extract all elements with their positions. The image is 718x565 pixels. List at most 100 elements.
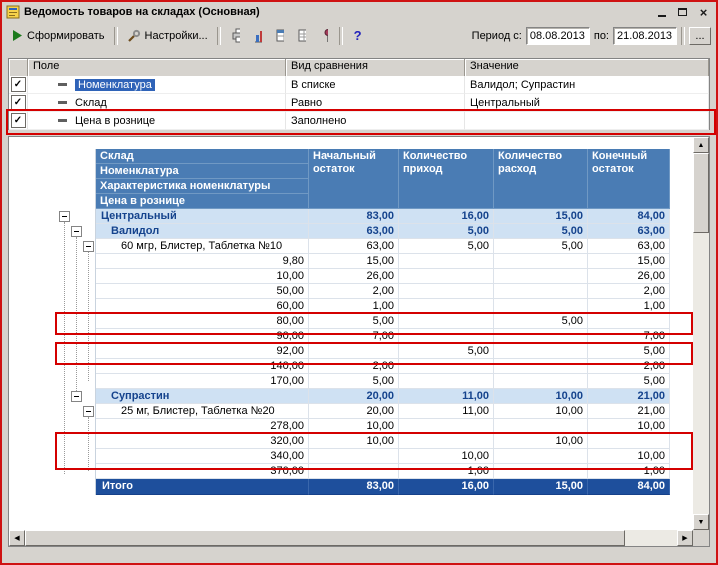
report-cell: 5,00 <box>399 224 494 239</box>
report-row: 370,001,001,00 <box>96 464 670 479</box>
report-row: 278,0010,0010,00 <box>96 419 670 434</box>
filter-value[interactable]: Центральный <box>465 94 709 112</box>
minimize-button[interactable] <box>653 5 670 20</box>
report-cell <box>399 434 494 449</box>
pin-button[interactable] <box>313 26 335 46</box>
checkbox-checked[interactable]: ✓ <box>11 95 26 110</box>
horizontal-scroll-thumb[interactable] <box>25 530 625 546</box>
report-row-label: 92,00 <box>96 344 309 359</box>
collapse-expander-suprastin-char[interactable] <box>83 406 94 417</box>
toolbar-separator <box>217 27 221 45</box>
report-cell: 1,00 <box>309 299 399 314</box>
report-row: Супрастин20,0011,0010,0021,00 <box>96 389 670 404</box>
report-row-label: 320,00 <box>96 434 309 449</box>
report-table-header: Склад Номенклатура Характеристика номенк… <box>96 149 670 209</box>
tree-line <box>64 222 65 474</box>
report-row-label: Центральный <box>96 209 309 224</box>
total-value: 15,00 <box>494 479 588 495</box>
checkbox-checked[interactable]: ✓ <box>11 113 26 128</box>
checkbox-checked[interactable]: ✓ <box>11 77 26 92</box>
table-header-icon <box>276 28 284 43</box>
table-button[interactable] <box>291 26 313 46</box>
report-cell: 2,00 <box>588 284 670 299</box>
header-dim-characteristic: Характеристика номенклатуры <box>96 179 308 194</box>
report-cell: 16,00 <box>399 209 494 224</box>
settings-button[interactable]: Настройки... <box>122 26 213 46</box>
report-cell <box>494 284 588 299</box>
report-cell <box>399 314 494 329</box>
report-cell: 10,00 <box>588 449 670 464</box>
filter-comparison-value[interactable]: Заполнено <box>286 112 465 130</box>
scroll-left-button[interactable]: ◀ <box>9 530 25 546</box>
filter-comparison-value[interactable]: Равно <box>286 94 465 112</box>
help-icon: ? <box>354 28 362 43</box>
period-more-button[interactable]: ... <box>689 27 711 45</box>
report-cell: 26,00 <box>588 269 670 284</box>
toolbar-separator <box>114 27 118 45</box>
report-cell <box>588 314 670 329</box>
report-cell: 2,00 <box>588 359 670 374</box>
scroll-down-button[interactable]: ▼ <box>693 514 709 530</box>
generate-button[interactable]: Сформировать <box>7 27 110 45</box>
period-to-input[interactable] <box>613 27 677 45</box>
tree-line <box>76 237 77 391</box>
scroll-up-button[interactable]: ▲ <box>693 137 709 153</box>
filter-header: Поле Вид сравнения Значение <box>9 59 709 76</box>
report-row: 340,0010,0010,00 <box>96 449 670 464</box>
report-row-label: 278,00 <box>96 419 309 434</box>
close-button[interactable]: × <box>695 5 712 20</box>
report-row: 10,0026,0026,00 <box>96 269 670 284</box>
collapse-expander-validol-char[interactable] <box>83 241 94 252</box>
report-cell: 21,00 <box>588 404 670 419</box>
filter-row-warehouse[interactable]: ✓ Склад Равно Центральный <box>9 94 709 112</box>
report-cell: 5,00 <box>399 344 494 359</box>
report-cell <box>494 299 588 314</box>
report-cell: 10,00 <box>309 419 399 434</box>
filter-value[interactable]: Валидол; Супрастин <box>465 76 709 94</box>
help-button[interactable]: ? <box>347 26 369 46</box>
tree-line <box>88 417 89 471</box>
report-cell <box>494 419 588 434</box>
total-value: 84,00 <box>588 479 670 495</box>
header-col-qty-in: Количество приход <box>399 149 494 209</box>
collapse-expander-suprastin[interactable] <box>71 391 82 402</box>
filter-value[interactable] <box>465 112 709 130</box>
header-col-qty-out: Количество расход <box>494 149 588 209</box>
filter-field-label[interactable]: Номенклатура <box>75 79 155 91</box>
print-button[interactable] <box>225 26 247 46</box>
report-cell <box>399 299 494 314</box>
report-cell: 63,00 <box>309 239 399 254</box>
collapse-expander-validol[interactable] <box>71 226 82 237</box>
filter-row-retail-price[interactable]: ✓ Цена в рознице Заполнено <box>9 112 709 130</box>
report-table: Склад Номенклатура Характеристика номенк… <box>95 149 670 495</box>
report-cell: 15,00 <box>309 254 399 269</box>
filter-header-comparison: Вид сравнения <box>286 59 465 76</box>
horizontal-scrollbar[interactable]: ◀ ▶ <box>9 530 693 546</box>
vertical-scroll-thumb[interactable] <box>693 153 709 233</box>
maximize-button[interactable] <box>674 5 691 20</box>
report-cell: 10,00 <box>494 434 588 449</box>
report-cell <box>494 374 588 389</box>
title-bar: Ведомость товаров на складах (Основная) … <box>2 2 716 22</box>
report-cell <box>399 284 494 299</box>
report-row-label: 10,00 <box>96 269 309 284</box>
report-row: 320,0010,0010,00 <box>96 434 670 449</box>
report-cell: 63,00 <box>309 224 399 239</box>
table-header-button[interactable] <box>269 26 291 46</box>
report-cell: 63,00 <box>588 224 670 239</box>
report-cell: 21,00 <box>588 389 670 404</box>
filter-comparison-value[interactable]: В списке <box>286 76 465 94</box>
chart-button[interactable] <box>247 26 269 46</box>
filter-field-label[interactable]: Склад <box>75 97 107 109</box>
filter-field-label[interactable]: Цена в рознице <box>75 115 155 127</box>
bar-chart-icon <box>254 28 262 43</box>
report-cell <box>309 464 399 479</box>
filter-header-field: Поле <box>28 59 286 76</box>
filter-row-nomenclature[interactable]: ✓ Номенклатура В списке Валидол; Супраст… <box>9 76 709 94</box>
collapse-expander-central[interactable] <box>59 211 70 222</box>
vertical-scrollbar[interactable]: ▲ ▼ <box>693 137 709 530</box>
period-from-input[interactable] <box>526 27 590 45</box>
report-row-label: 80,00 <box>96 314 309 329</box>
scroll-right-button[interactable]: ▶ <box>677 530 693 546</box>
period-from-label: Период с: <box>472 30 522 42</box>
